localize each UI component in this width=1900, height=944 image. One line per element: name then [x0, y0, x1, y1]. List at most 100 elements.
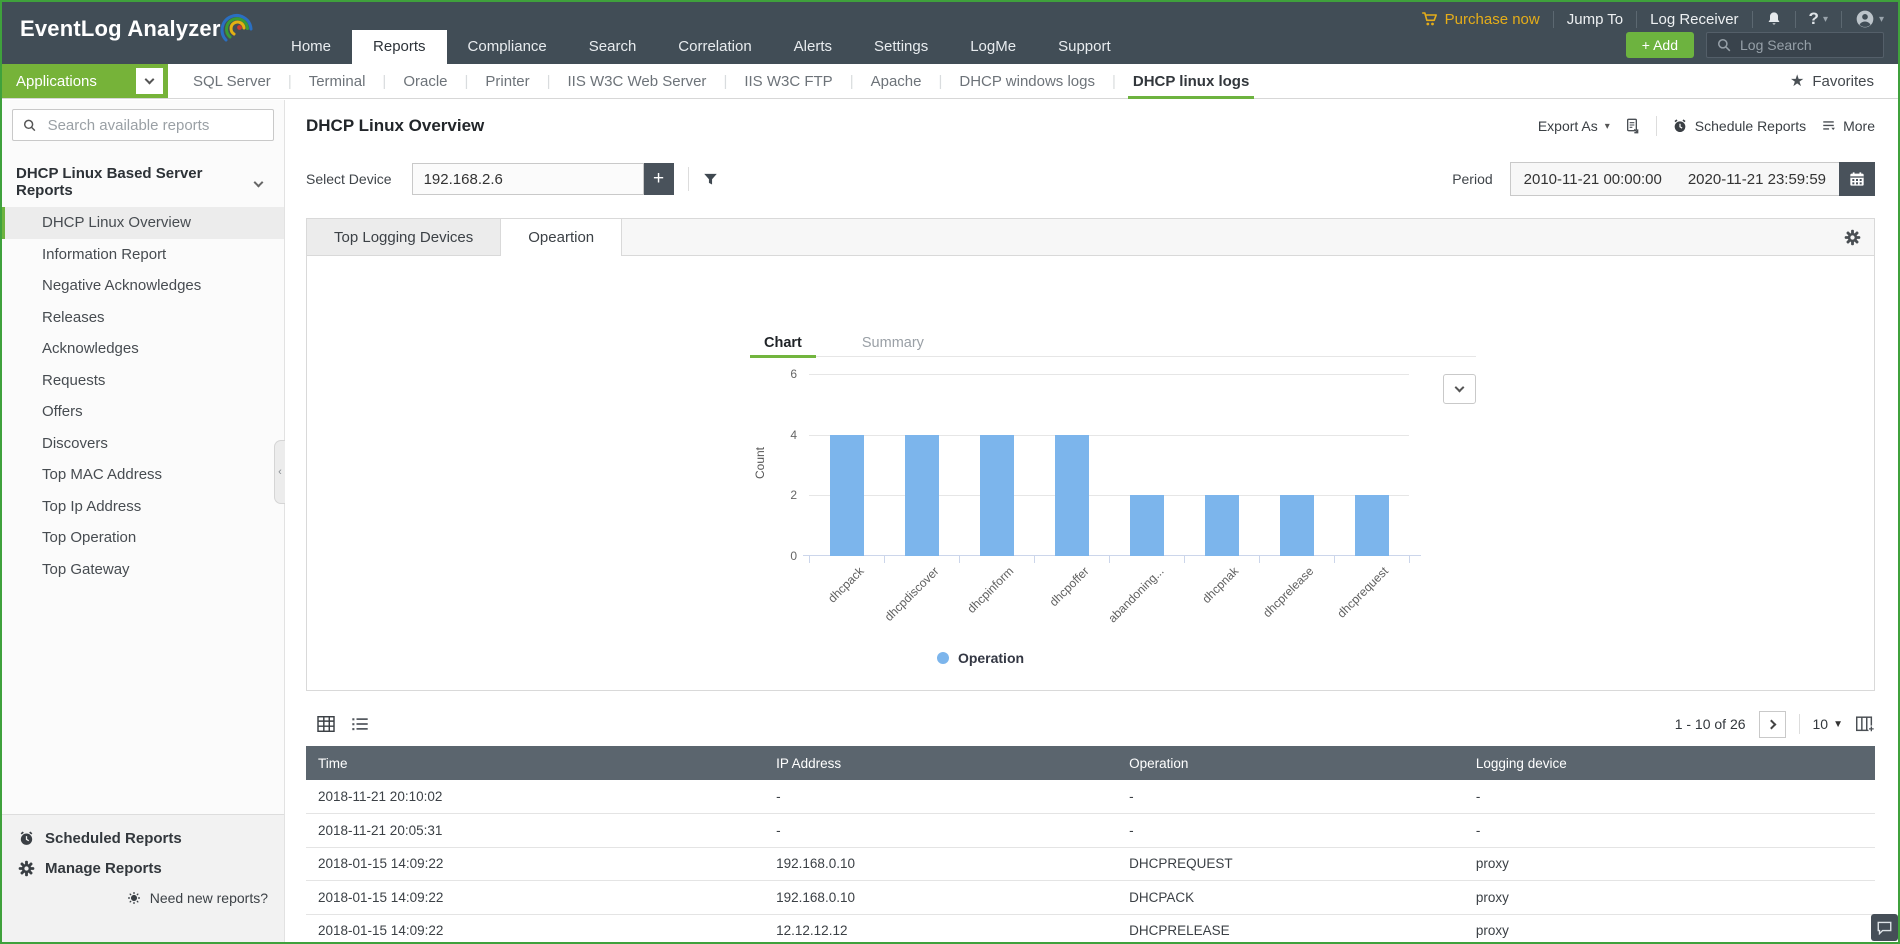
- panel-settings-button[interactable]: [1844, 219, 1874, 255]
- sidebar-item-top-ip-address[interactable]: Top Ip Address: [2, 491, 284, 523]
- application-tabstrip: Applications SQL Server | Terminal | Oracle |…: [2, 64, 1898, 99]
- bar-dhcpdiscover[interactable]: [904, 434, 939, 556]
- log-receiver-link[interactable]: Log Receiver: [1650, 11, 1738, 28]
- chart-options-button[interactable]: [1443, 374, 1476, 404]
- add-device-button[interactable]: +: [643, 163, 674, 195]
- nav-item-home[interactable]: Home: [270, 30, 352, 64]
- period-picker: Period 2010-11-21 00:00:00 2020-11-21 23…: [1452, 162, 1875, 196]
- panel-tab-top-logging-devices[interactable]: Top Logging Devices: [307, 219, 502, 255]
- tab-iis-w3c-ftp[interactable]: IIS W3C FTP: [727, 65, 849, 98]
- chart-view-tabs: Chart Summary: [750, 330, 1476, 358]
- table-row[interactable]: 2018-01-15 14:09:22 192.168.0.10 DHCPREQUE…: [306, 847, 1875, 881]
- chart-tab-chart[interactable]: Chart: [750, 330, 816, 358]
- period-from-value[interactable]: 2010-11-21 00:00:00: [1511, 171, 1675, 188]
- nav-item-logme[interactable]: LogMe: [949, 30, 1037, 64]
- tab-apache[interactable]: Apache: [854, 65, 939, 98]
- column-header-logging-device[interactable]: Logging device: [1463, 746, 1875, 780]
- table-row[interactable]: 2018-11-21 20:05:31- - -: [306, 813, 1875, 848]
- bar-dhcprelease[interactable]: [1279, 495, 1314, 556]
- tab-terminal[interactable]: Terminal: [292, 65, 383, 98]
- bar-dhcpinform[interactable]: [979, 434, 1014, 556]
- table-row[interactable]: 2018-01-15 14:09:22 12.12.12.12 DHCPRELEAS…: [306, 914, 1875, 942]
- sidebar-item-acknowledges[interactable]: Acknowledges: [2, 333, 284, 365]
- page-size-dropdown[interactable]: 10 ▼: [1813, 716, 1843, 732]
- sidebar-item-top-gateway[interactable]: Top Gateway: [2, 554, 284, 586]
- sidebar-item-releases[interactable]: Releases: [2, 302, 284, 334]
- sidebar-item-requests[interactable]: Requests: [2, 365, 284, 397]
- bar-dhcpoffer[interactable]: [1054, 434, 1089, 556]
- nav-item-support[interactable]: Support: [1037, 30, 1132, 64]
- purchase-now-link[interactable]: Purchase now: [1421, 11, 1540, 28]
- user-menu[interactable]: ▾: [1855, 9, 1884, 29]
- more-menu-button[interactable]: More: [1821, 118, 1875, 134]
- bar-dhcprequest[interactable]: [1354, 495, 1389, 556]
- sidebar-item-negative-acknowledges[interactable]: Negative Acknowledges: [2, 270, 284, 302]
- nav-item-search[interactable]: Search: [568, 30, 658, 64]
- device-input[interactable]: [411, 163, 644, 195]
- bars: [809, 374, 1409, 556]
- table-cell: 192.168.0.10: [764, 880, 1118, 915]
- device-picker: +: [411, 163, 674, 195]
- sidebar-collapse-handle[interactable]: ‹: [274, 440, 285, 504]
- period-to-value[interactable]: 2020-11-21 23:59:59: [1675, 171, 1839, 188]
- table-row[interactable]: 2018-01-15 14:09:22 192.168.0.10 DHCPACK pr…: [306, 880, 1875, 915]
- bar-abandoning[interactable]: [1129, 495, 1164, 556]
- column-header-time[interactable]: Time: [306, 746, 765, 780]
- app-logo[interactable]: EventLog Analyzer: [20, 14, 253, 44]
- bar-slot: [1259, 495, 1334, 556]
- bar-dhcpnak[interactable]: [1204, 495, 1239, 556]
- tab-sql-server[interactable]: SQL Server: [176, 65, 288, 98]
- column-header-ip-address[interactable]: IP Address: [764, 746, 1118, 780]
- sidebar-item-top-mac-address[interactable]: Top MAC Address: [2, 459, 284, 491]
- bar-dhcpack[interactable]: [829, 434, 864, 556]
- export-settings-button[interactable]: [1625, 118, 1641, 134]
- nav-item-compliance[interactable]: Compliance: [447, 30, 568, 64]
- nav-item-correlation[interactable]: Correlation: [657, 30, 772, 64]
- nav-item-alerts[interactable]: Alerts: [773, 30, 853, 64]
- nav-item-settings[interactable]: Settings: [853, 30, 949, 64]
- sidebar-item-dhcp-linux-overview[interactable]: DHCP Linux Overview: [2, 207, 284, 239]
- applications-dropdown[interactable]: Applications: [2, 64, 168, 98]
- next-page-button[interactable]: [1758, 710, 1786, 738]
- schedule-reports-button[interactable]: Schedule Reports: [1672, 118, 1806, 134]
- report-search-input[interactable]: [45, 115, 263, 135]
- scheduled-reports-link[interactable]: Scheduled Reports: [18, 830, 268, 847]
- tab-oracle[interactable]: Oracle: [386, 65, 464, 98]
- tab-printer[interactable]: Printer: [468, 65, 546, 98]
- chart-tab-summary[interactable]: Summary: [856, 330, 930, 356]
- chat-feedback-button[interactable]: [1871, 914, 1898, 941]
- help-menu[interactable]: ? ▾: [1809, 9, 1828, 29]
- favorites-button[interactable]: ★ Favorites: [1790, 64, 1898, 98]
- sidebar-item-offers[interactable]: Offers: [2, 396, 284, 428]
- applications-dropdown-toggle[interactable]: [136, 68, 163, 94]
- x-axis-label: abandoning...: [1105, 564, 1167, 626]
- device-filter-button[interactable]: [703, 172, 718, 187]
- export-as-dropdown[interactable]: Export As ▾: [1538, 118, 1610, 134]
- log-search-button[interactable]: Log Search: [1706, 32, 1884, 58]
- column-chooser-button[interactable]: [1856, 715, 1875, 733]
- column-header-operation[interactable]: Operation: [1117, 746, 1464, 780]
- report-group-header[interactable]: DHCP Linux Based Server Reports: [16, 165, 270, 199]
- list-view-button[interactable]: [351, 717, 369, 731]
- table-header-row: Time IP Address Operation Logging device: [306, 746, 1875, 780]
- sidebar-item-discovers[interactable]: Discovers: [2, 428, 284, 460]
- sidebar-item-top-operation[interactable]: Top Operation: [2, 522, 284, 554]
- table-row[interactable]: 2018-11-21 20:10:02- - -: [306, 780, 1875, 814]
- panel-tab-opeartion[interactable]: Opeartion: [501, 219, 623, 256]
- topbar-utilities: Purchase now Jump To Log Receiver ? ▾ ▾: [1421, 9, 1884, 29]
- table-cell: -: [764, 813, 1118, 848]
- chart-legend[interactable]: Operation: [307, 650, 1654, 666]
- alarm-clock-icon: [1674, 119, 1686, 132]
- manage-reports-link[interactable]: Manage Reports: [18, 860, 268, 877]
- add-button[interactable]: + Add: [1625, 32, 1694, 58]
- sidebar-item-information-report[interactable]: Information Report: [2, 239, 284, 271]
- tab-iis-w3c-web-server[interactable]: IIS W3C Web Server: [551, 65, 724, 98]
- jump-to-link[interactable]: Jump To: [1567, 11, 1623, 28]
- notifications-button[interactable]: [1766, 10, 1782, 28]
- need-new-reports-link[interactable]: Need new reports?: [18, 890, 268, 906]
- calendar-button[interactable]: [1839, 162, 1875, 196]
- grid-view-button[interactable]: [317, 716, 335, 732]
- nav-item-reports[interactable]: Reports: [352, 30, 447, 64]
- tab-dhcp-linux-logs[interactable]: DHCP linux logs: [1116, 65, 1266, 99]
- tab-dhcp-windows-logs[interactable]: DHCP windows logs: [942, 65, 1112, 98]
